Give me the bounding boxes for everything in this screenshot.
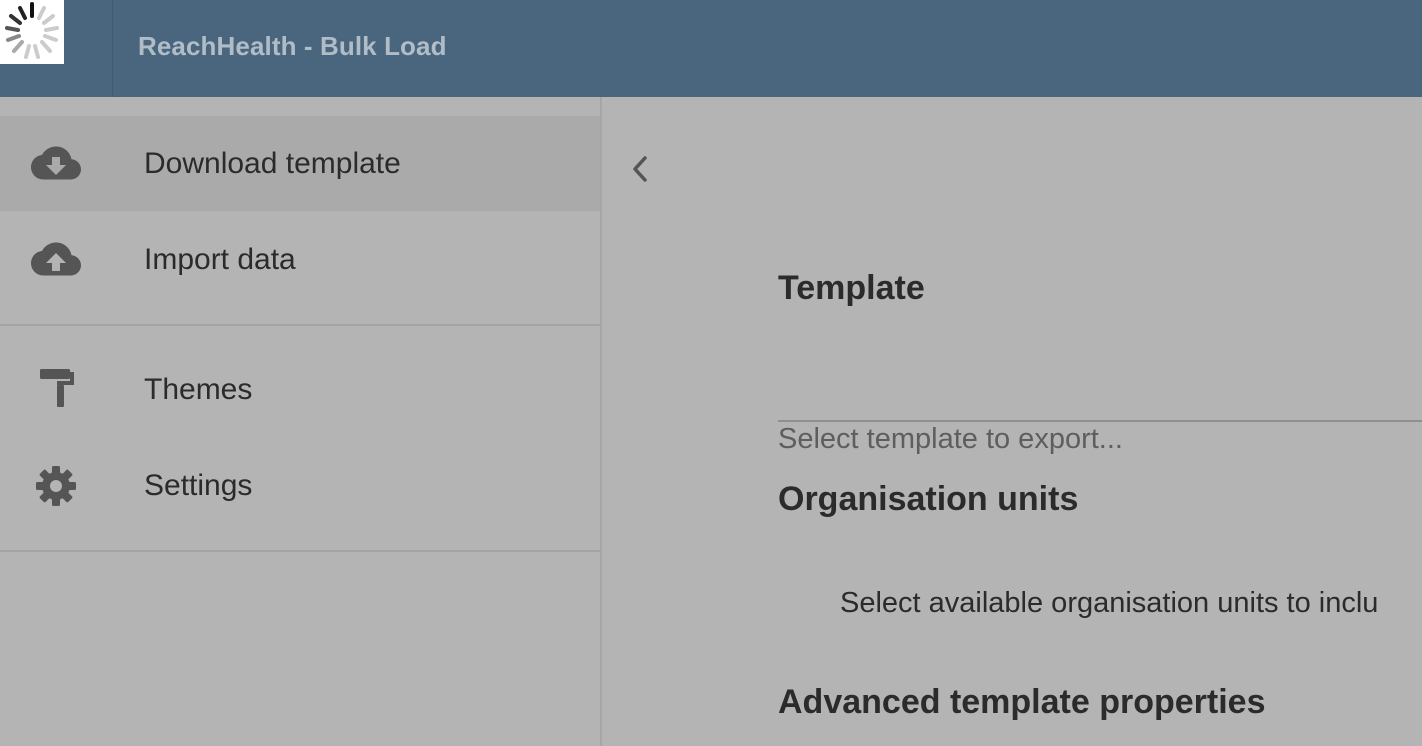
main-content: Template Select template to export... Or…: [602, 97, 1422, 746]
sidebar-divider: [0, 550, 600, 552]
org-units-description: Select available organisation units to i…: [840, 587, 1379, 619]
sidebar-item-label: Import data: [144, 243, 296, 276]
app-header: ReachHealth - Bulk Load: [0, 0, 1422, 97]
sidebar: Download template Import data Themes Set…: [0, 97, 602, 746]
sidebar-item-label: Settings: [144, 469, 253, 502]
paint-roller-icon: [40, 369, 74, 407]
app-title: ReachHealth - Bulk Load: [138, 31, 447, 61]
sidebar-item-themes[interactable]: Themes: [0, 342, 600, 437]
sidebar-item-download-template[interactable]: Download template: [0, 116, 600, 211]
sidebar-item-import-data[interactable]: Import data: [0, 212, 600, 307]
header-divider: [112, 0, 113, 97]
sidebar-item-label: Download template: [144, 147, 401, 180]
gear-icon: [36, 466, 76, 506]
chevron-left-icon[interactable]: [626, 153, 654, 185]
sidebar-divider: [0, 324, 600, 326]
loading-spinner: [0, 0, 64, 64]
spinner-icon: [5, 2, 59, 59]
advanced-properties-title: Advanced template properties: [778, 683, 1266, 721]
cloud-upload-icon: [31, 242, 81, 276]
sidebar-item-settings[interactable]: Settings: [0, 438, 600, 533]
template-select-underline: [778, 420, 1422, 422]
template-select[interactable]: Select template to export...: [778, 423, 1123, 456]
cloud-download-icon: [31, 146, 81, 180]
sidebar-item-label: Themes: [144, 373, 253, 406]
template-section-title: Template: [778, 269, 925, 307]
org-units-section-title: Organisation units: [778, 480, 1079, 518]
